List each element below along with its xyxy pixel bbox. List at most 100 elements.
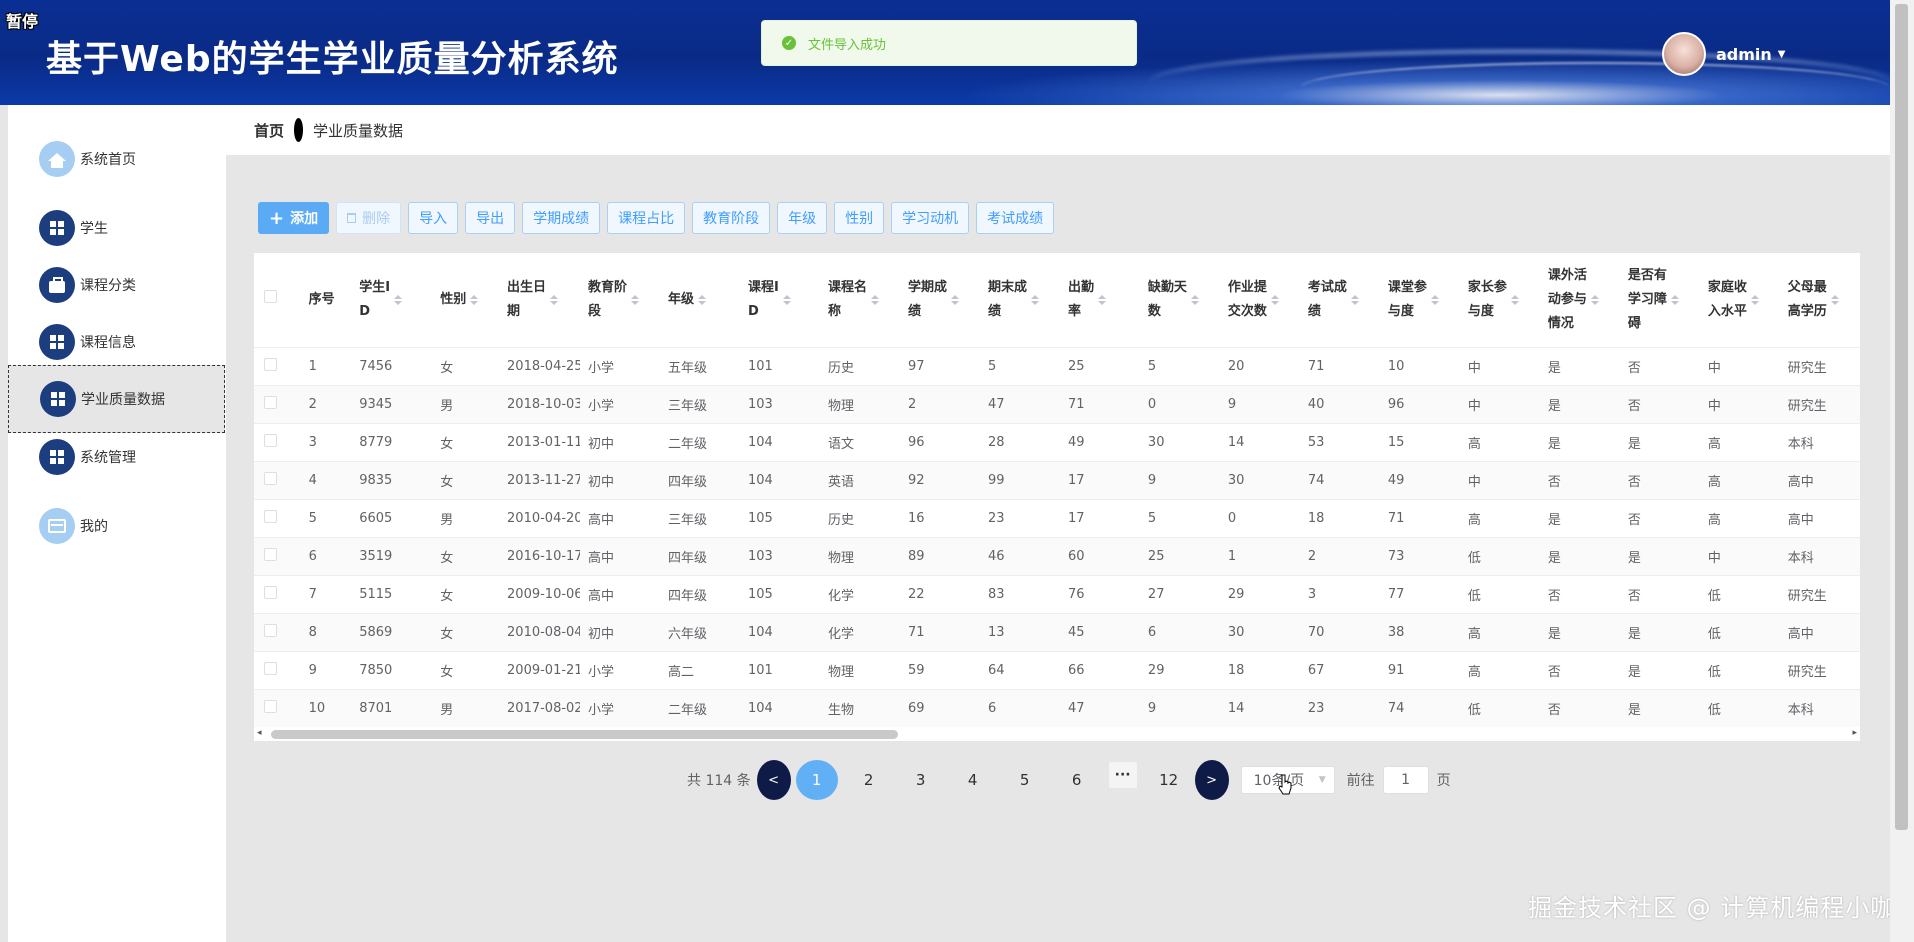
sort-caret-icon[interactable] — [1430, 295, 1439, 305]
chevron-down-icon[interactable]: ▼ — [1778, 49, 1786, 60]
row-checkbox[interactable] — [264, 434, 277, 447]
username[interactable]: admin — [1716, 45, 1772, 64]
table-row[interactable]: 7 5115 女 2009-10-06 高中 四年级 105 化学 22 83 76 27 29 3 77 低… — [254, 575, 1860, 614]
motivation-button[interactable]: 学习动机 — [891, 202, 970, 234]
column-header[interactable]: 作业提 交次数 — [1219, 253, 1300, 348]
sort-caret-icon[interactable] — [631, 295, 640, 305]
page-4[interactable]: 4 — [947, 771, 999, 789]
row-checkbox[interactable] — [264, 472, 277, 485]
scrollbar-thumb[interactable] — [1895, 4, 1908, 830]
column-header[interactable]: 出勤率 — [1059, 253, 1140, 348]
column-header[interactable]: 出生日期 — [499, 253, 581, 348]
column-header[interactable]: 课堂参 与度 — [1379, 253, 1460, 348]
vertical-scrollbar[interactable] — [1890, 0, 1914, 942]
user-menu[interactable]: admin ▼ — [1662, 32, 1786, 76]
row-checkbox[interactable] — [264, 624, 277, 637]
row-checkbox[interactable] — [264, 700, 277, 713]
column-header[interactable]: 家长参 与度 — [1459, 253, 1540, 348]
table-row[interactable]: 2 9345 男 2018-10-03 小学 三年级 103 物理 2 47 71 0 9 40 96 中是否… — [254, 385, 1860, 424]
column-header[interactable]: 父母最 高学历 — [1779, 253, 1860, 348]
exam-score-button[interactable]: 考试成绩 — [976, 202, 1055, 234]
column-header[interactable]: 学期成绩 — [899, 253, 980, 348]
column-header[interactable]: 是否有 学习障碍 — [1619, 253, 1700, 348]
sort-caret-icon[interactable] — [550, 295, 559, 305]
sort-caret-icon[interactable] — [950, 295, 959, 305]
scroll-left-icon[interactable]: ◂ — [257, 728, 262, 738]
column-header[interactable]: 教育阶段 — [580, 253, 661, 348]
table-cell: 3519 — [351, 537, 433, 576]
row-checkbox[interactable] — [264, 358, 277, 371]
table-cell: 是 — [1619, 651, 1700, 690]
row-checkbox[interactable] — [264, 396, 277, 409]
breadcrumb-home[interactable]: 首页 — [254, 120, 284, 141]
sort-caret-icon[interactable] — [1030, 295, 1039, 305]
gender-button[interactable]: 性别 — [834, 202, 885, 234]
column-header[interactable]: 学生I D — [351, 253, 433, 348]
more-pages-icon[interactable]: ··· — [1108, 762, 1137, 788]
row-select-cell — [254, 347, 301, 386]
column-header[interactable]: 期末成绩 — [979, 253, 1060, 348]
term-score-button[interactable]: 学期成绩 — [522, 202, 601, 234]
page-5[interactable]: 5 — [999, 771, 1051, 789]
page-6[interactable]: 6 — [1051, 771, 1103, 789]
row-checkbox[interactable] — [264, 548, 277, 561]
scrollbar-thumb[interactable] — [271, 730, 898, 739]
column-header[interactable]: 缺勤天数 — [1139, 253, 1220, 348]
row-checkbox[interactable] — [264, 586, 277, 599]
column-header[interactable]: 课外活 动参与 情况 — [1539, 253, 1620, 348]
column-header[interactable]: 家庭收 入水平 — [1699, 253, 1780, 348]
export-button[interactable]: 导出 — [465, 202, 516, 234]
goto-page-input[interactable]: 1 — [1382, 766, 1429, 794]
page-2[interactable]: 2 — [843, 771, 895, 789]
edu-stage-button[interactable]: 教育阶段 — [692, 202, 771, 234]
page-last[interactable]: 12 — [1143, 771, 1195, 789]
sidebar-item-profile[interactable]: 我的 — [8, 492, 225, 560]
import-button[interactable]: 导入 — [408, 202, 459, 234]
success-toast: ✓ 文件导入成功 — [761, 20, 1137, 66]
table-row[interactable]: 3 8779 女 2013-01-11 初中 二年级 104 语文 96 28 49 30 14 53 15… — [254, 423, 1860, 462]
page-3[interactable]: 3 — [895, 771, 947, 789]
horizontal-scrollbar[interactable]: ◂ ▸ — [254, 727, 1860, 741]
table-row[interactable]: 4 9835 女 2013-11-27 初中 四年级 104 英语 92 99 17 9 30 74 49 中… — [254, 461, 1860, 500]
scroll-right-icon[interactable]: ▸ — [1852, 728, 1857, 738]
column-header[interactable]: 课程I D — [740, 253, 820, 348]
sort-caret-icon[interactable] — [1670, 295, 1679, 305]
sort-caret-icon[interactable] — [782, 295, 791, 305]
table-row[interactable]: 9 7850 女 2009-01-21 小学 高二 101 物理 59 64 66 29 18 67 91 高… — [254, 651, 1860, 690]
sort-caret-icon[interactable] — [470, 295, 479, 305]
table-cell: 女 — [432, 461, 500, 500]
sort-caret-icon[interactable] — [1097, 295, 1106, 305]
table-row[interactable]: 5 6605 男 2010-04-20 高中 三年级 105 历史 16 23 17 5 0 18 71 高是… — [254, 499, 1860, 538]
sort-caret-icon[interactable] — [1510, 295, 1519, 305]
add-button[interactable]: + 添加 — [258, 202, 330, 234]
grade-button[interactable]: 年级 — [777, 202, 828, 234]
row-checkbox[interactable] — [264, 510, 277, 523]
sort-caret-icon[interactable] — [1830, 295, 1839, 305]
column-header[interactable]: 年级 — [660, 253, 740, 348]
sort-caret-icon[interactable] — [394, 295, 403, 305]
delete-button[interactable]: 删除 — [336, 202, 402, 234]
table-row[interactable]: 6 3519 女 2016-10-17 高中 四年级 103 物理 89 46 60 25 1 2 73 低是… — [254, 537, 1860, 576]
column-header[interactable]: 性别 — [432, 253, 500, 348]
table-row[interactable]: 1 7456 女 2018-04-25 小学 五年级 101 历史 97 5 25 5 20 71 10 中是… — [254, 347, 1860, 386]
column-header[interactable]: 考试成绩 — [1299, 253, 1380, 348]
column-header[interactable]: 课程名称 — [819, 253, 900, 348]
page-1[interactable]: 1 — [795, 760, 838, 800]
table-row[interactable]: 10 8701 男 2017-08-02 小学 二年级 104 生物 69 6 47 9 14 23 74 低… — [254, 689, 1860, 728]
sidebar-item-system-admin[interactable]: 系统管理 — [8, 423, 225, 491]
table-row[interactable]: 8 5869 女 2010-08-04 初中 六年级 104 化学 71 13 45 6 30 70 38 高… — [254, 613, 1860, 652]
prev-page-button[interactable]: < — [756, 760, 791, 800]
sort-caret-icon[interactable] — [698, 295, 707, 305]
sort-caret-icon[interactable] — [871, 295, 879, 305]
avatar[interactable] — [1662, 32, 1706, 76]
sort-caret-icon[interactable] — [1590, 295, 1599, 305]
sort-caret-icon[interactable] — [1350, 295, 1359, 305]
sort-caret-icon[interactable] — [1190, 295, 1199, 305]
sidebar-item-home[interactable]: 系统首页 — [8, 125, 225, 193]
course-ratio-button[interactable]: 课程占比 — [607, 202, 686, 234]
next-page-button[interactable]: > — [1194, 760, 1229, 800]
select-all-checkbox[interactable] — [264, 290, 277, 303]
sort-caret-icon[interactable] — [1270, 295, 1279, 305]
sort-caret-icon[interactable] — [1750, 295, 1759, 305]
row-checkbox[interactable] — [264, 662, 277, 675]
